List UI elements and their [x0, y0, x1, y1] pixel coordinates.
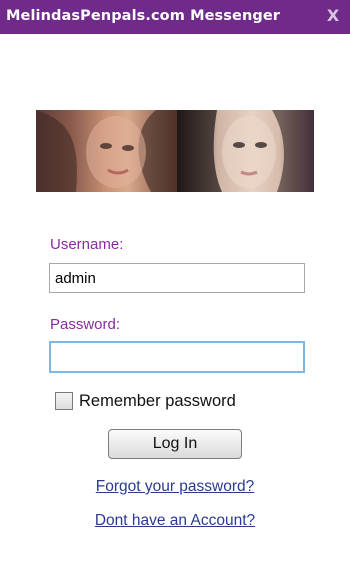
- window-title: MelindasPenpals.com Messenger: [6, 8, 281, 24]
- password-label: Password:: [50, 316, 121, 333]
- remember-password-checkbox[interactable]: [55, 392, 73, 410]
- close-icon[interactable]: X: [324, 6, 342, 26]
- signup-link[interactable]: Dont have an Account?: [0, 512, 350, 530]
- username-label: Username:: [50, 236, 124, 253]
- forgot-password-link[interactable]: Forgot your password?: [0, 478, 350, 496]
- banner-image: [36, 110, 314, 192]
- banner-photo-left: [36, 110, 177, 192]
- password-input[interactable]: [49, 341, 305, 373]
- remember-password[interactable]: Remember password: [55, 390, 236, 412]
- title-bar: MelindasPenpals.com Messenger X: [0, 0, 350, 34]
- username-input[interactable]: [49, 263, 305, 293]
- login-button[interactable]: Log In: [108, 429, 242, 459]
- remember-password-label[interactable]: Remember password: [79, 392, 236, 411]
- banner-photo-right: [177, 110, 314, 192]
